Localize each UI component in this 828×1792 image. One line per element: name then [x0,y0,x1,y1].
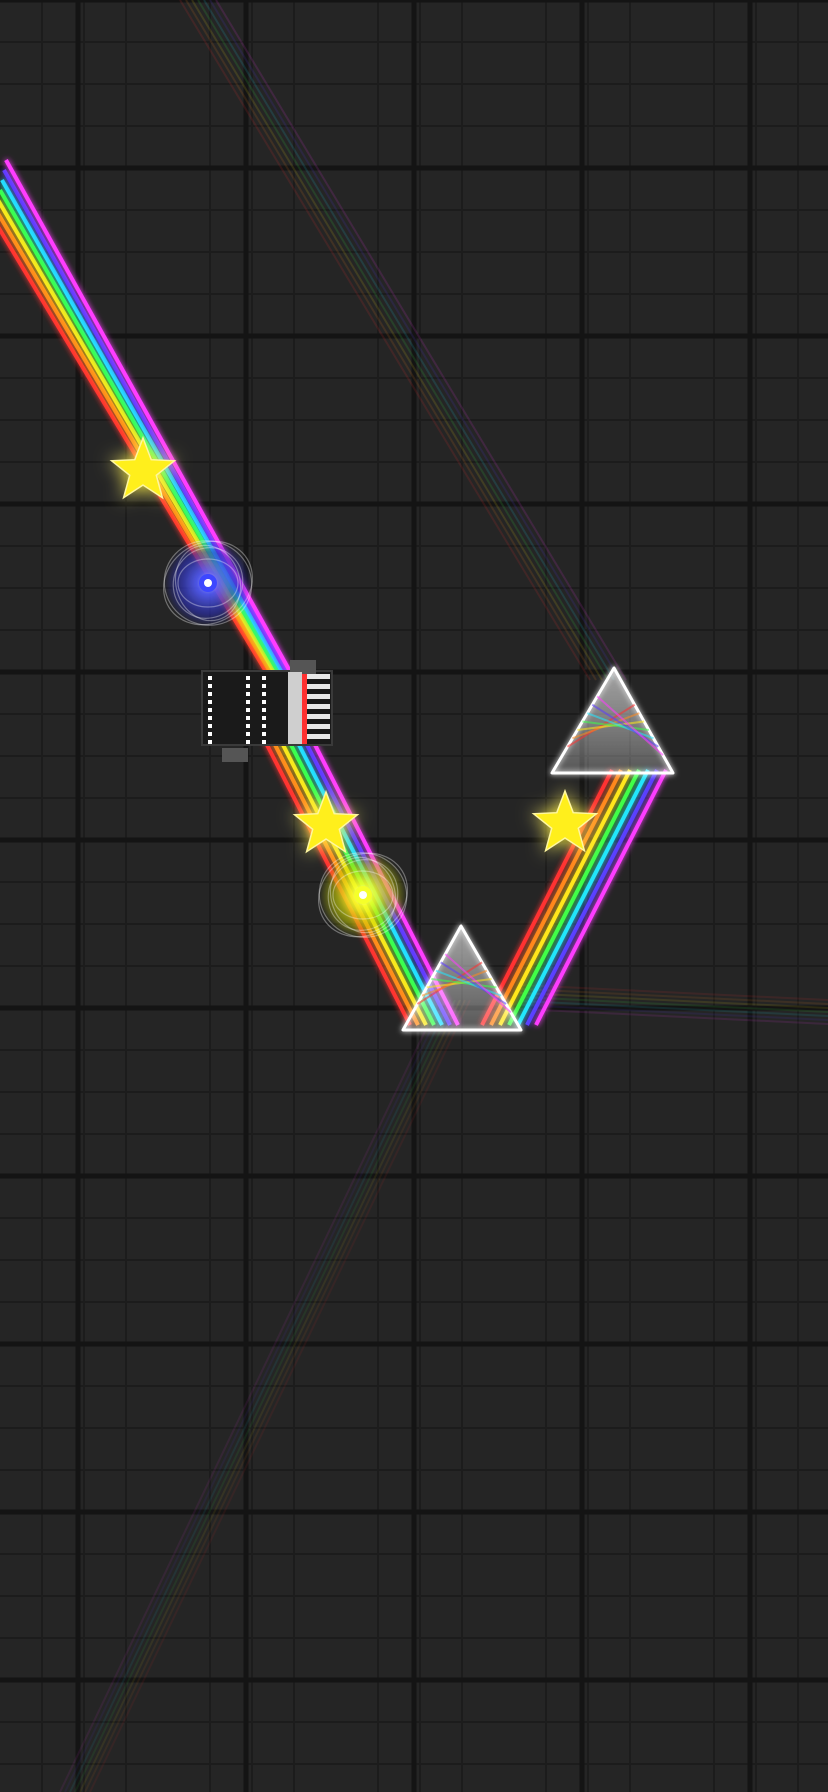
emitter-light-dot [262,740,266,744]
prisms [401,666,675,1032]
emitter-slot [304,734,330,739]
emitter-light-dot [262,676,266,680]
emitter-light-dot [246,724,250,728]
emitter-light-dot [208,684,212,688]
faint-beam-reflections [59,0,828,1792]
emitter-light-dot [208,740,212,744]
portal-yellow-center [359,891,367,899]
game-canvas[interactable] [0,0,828,1792]
grid [0,0,828,1792]
emitter-light-dot [208,716,212,720]
emitter-light-dot [208,676,212,680]
faint-beam [191,0,603,681]
emitter-light-dot [246,716,250,720]
prism-top-right-shape [550,666,675,775]
emitter-light-dot [246,684,250,688]
emitter-light-dot [262,700,266,704]
emitter-light-dot [262,708,266,712]
faint-beam [519,1008,828,1025]
emitter-light-dot [246,692,250,696]
faint-beam [203,0,615,681]
prism-top-right [550,666,675,775]
emitter-slot [304,724,330,729]
emitter-slot [304,674,330,679]
emitter-light-dot [262,692,266,696]
faint-beam [519,984,828,1001]
emitter-slot [304,704,330,709]
emitter-light-dot [262,684,266,688]
faint-beam [519,988,828,1005]
emitter-light-dot [246,740,250,744]
emitter-light-dot [208,732,212,736]
emitter-light-dot [246,700,250,704]
emitter-light-dot [262,732,266,736]
emitter-light-dot [262,724,266,728]
emitter-bottom-tab [222,748,248,762]
emitter-lens [288,672,302,744]
faint-beam [84,999,466,1792]
emitter-slot [304,694,330,699]
emitter-light-dot [208,708,212,712]
game-board[interactable] [0,0,828,1792]
emitter-color-strip [302,674,307,744]
emitter-top-tab [290,660,316,674]
faint-beam [59,999,441,1792]
emitter-light-dot [262,716,266,720]
emitter-light-dot [246,676,250,680]
faint-beam [64,999,446,1792]
emitter-slot [304,714,330,719]
emitter-light-dot [246,708,250,712]
portal-blue-center [204,579,212,587]
emitter-light-dot [246,732,250,736]
emitter-slot [304,684,330,689]
emitter-light-dot [208,692,212,696]
emitter-light-dot [208,724,212,728]
faint-beam [79,999,461,1792]
emitter-light-dot [208,700,212,704]
faint-beam [74,999,456,1792]
